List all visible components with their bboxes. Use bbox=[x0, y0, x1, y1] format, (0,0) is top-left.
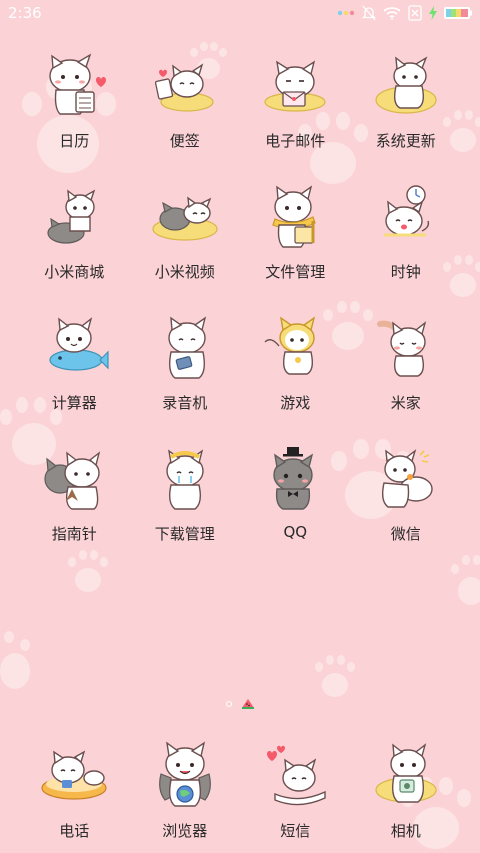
app-qq[interactable]: QQ bbox=[240, 443, 351, 574]
app-email[interactable]: 电子邮件 bbox=[240, 50, 351, 181]
app-clock[interactable]: 时钟 bbox=[351, 181, 462, 312]
app-mi-store[interactable]: 小米商城 bbox=[19, 181, 130, 312]
app-games[interactable]: 游戏 bbox=[240, 312, 351, 443]
app-downloads[interactable]: 下载管理 bbox=[130, 443, 241, 574]
paw-print bbox=[0, 625, 45, 700]
app-label: 小米视频 bbox=[154, 263, 215, 281]
calculator-cat-icon bbox=[38, 312, 110, 384]
app-label: 小米商城 bbox=[44, 263, 105, 281]
status-bar: 2:36 bbox=[0, 0, 480, 26]
app-calculator[interactable]: 计算器 bbox=[19, 312, 130, 443]
mi-video-cat-icon bbox=[149, 181, 221, 253]
clock-cat-icon bbox=[370, 181, 442, 253]
do-not-disturb-icon bbox=[362, 5, 376, 21]
app-label: 录音机 bbox=[162, 394, 208, 412]
recorder-cat-icon bbox=[149, 312, 221, 384]
app-label: 电子邮件 bbox=[265, 132, 326, 150]
app-compass[interactable]: 指南针 bbox=[19, 443, 130, 574]
app-label: 短信 bbox=[280, 822, 311, 840]
notes-cat-icon bbox=[149, 50, 221, 122]
camera-cat-icon bbox=[370, 740, 442, 812]
app-browser[interactable]: 浏览器 bbox=[130, 740, 241, 850]
app-label: 指南针 bbox=[51, 525, 97, 543]
file-manager-cat-icon bbox=[259, 181, 331, 253]
app-mi-home[interactable]: 米家 bbox=[351, 312, 462, 443]
app-phone[interactable]: 电话 bbox=[19, 740, 130, 850]
app-notes[interactable]: 便签 bbox=[130, 50, 241, 181]
app-label: 日历 bbox=[59, 132, 90, 150]
downloads-cat-icon bbox=[149, 443, 221, 515]
qq-cat-icon bbox=[259, 443, 331, 515]
app-label: 米家 bbox=[390, 394, 421, 412]
battery-icon bbox=[444, 7, 472, 19]
status-icons bbox=[337, 5, 472, 21]
app-file-manager[interactable]: 文件管理 bbox=[240, 181, 351, 312]
app-grid: 日历 便签 电子邮件 系统更新 小米商城 小米视频 文件管理 时钟 计算器 录音… bbox=[19, 50, 461, 574]
dock: 电话 浏览器 短信 相机 bbox=[19, 740, 461, 850]
app-label: 时钟 bbox=[390, 263, 421, 281]
app-system-update[interactable]: 系统更新 bbox=[351, 50, 462, 181]
app-label: 便签 bbox=[169, 132, 200, 150]
app-camera[interactable]: 相机 bbox=[351, 740, 462, 850]
app-label: 电话 bbox=[59, 822, 90, 840]
system-update-cat-icon bbox=[370, 50, 442, 122]
wifi-icon bbox=[383, 6, 401, 20]
paw-print bbox=[312, 655, 357, 700]
sim-absent-icon bbox=[408, 5, 422, 21]
app-label: 系统更新 bbox=[375, 132, 436, 150]
games-cat-icon bbox=[259, 312, 331, 384]
app-label: 游戏 bbox=[280, 394, 311, 412]
page-indicator bbox=[0, 697, 480, 711]
status-time: 2:36 bbox=[8, 4, 42, 22]
app-label: 文件管理 bbox=[265, 263, 326, 281]
app-recorder[interactable]: 录音机 bbox=[130, 312, 241, 443]
app-calendar[interactable]: 日历 bbox=[19, 50, 130, 181]
email-cat-icon bbox=[259, 50, 331, 122]
app-label: 计算器 bbox=[51, 394, 97, 412]
app-label: QQ bbox=[283, 523, 308, 541]
app-wechat[interactable]: 微信 bbox=[351, 443, 462, 574]
calendar-cat-icon bbox=[38, 50, 110, 122]
compass-cat-icon bbox=[38, 443, 110, 515]
app-label: 下载管理 bbox=[154, 525, 215, 543]
app-label: 微信 bbox=[390, 525, 421, 543]
mi-home-cat-icon bbox=[370, 312, 442, 384]
phone-cat-icon bbox=[38, 740, 110, 812]
app-label: 相机 bbox=[390, 822, 421, 840]
charging-icon bbox=[429, 6, 437, 20]
watermelon-page-icon[interactable] bbox=[242, 699, 254, 709]
app-label: 浏览器 bbox=[162, 822, 208, 840]
app-mi-video[interactable]: 小米视频 bbox=[130, 181, 241, 312]
wechat-cat-icon bbox=[370, 443, 442, 515]
messages-cat-icon bbox=[259, 740, 331, 812]
app-messages[interactable]: 短信 bbox=[240, 740, 351, 850]
page-dot[interactable] bbox=[226, 701, 232, 707]
mi-store-cat-icon bbox=[38, 181, 110, 253]
notification-dots-icon bbox=[337, 10, 355, 16]
browser-cat-icon bbox=[149, 740, 221, 812]
